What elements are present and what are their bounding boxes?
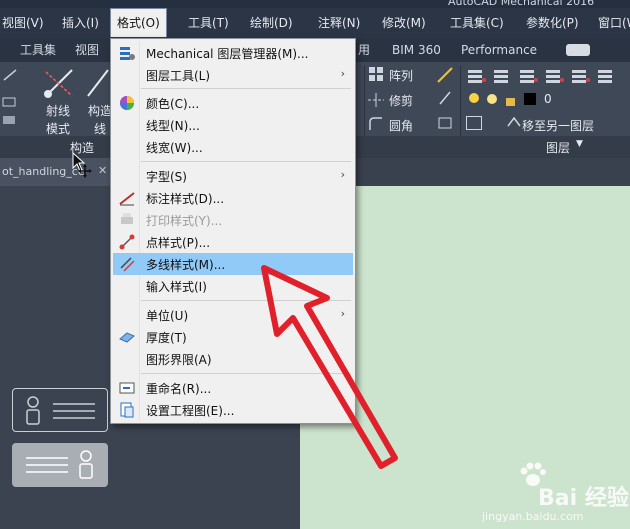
- menu-item-point-style[interactable]: 点样式(P)...: [113, 231, 353, 253]
- menu-toolsets[interactable]: 工具集(C): [450, 8, 504, 38]
- profile-card[interactable]: [12, 388, 108, 432]
- menu-tools[interactable]: 工具(T): [188, 8, 229, 38]
- move-to-layer-label[interactable]: 移至另一图层: [522, 117, 594, 134]
- current-layer-value[interactable]: 0: [544, 92, 552, 106]
- menu-modify[interactable]: 修改(M): [382, 8, 426, 38]
- menu-window[interactable]: 窗口(W): [598, 8, 630, 38]
- user-card-icon: [26, 396, 95, 425]
- panel-toggle-icon[interactable]: [566, 44, 590, 56]
- annotation-arrow-icon: [261, 265, 398, 469]
- menu-item-label: 输入样式(I): [146, 280, 207, 294]
- menu-item-label: 设置工程图(E)...: [146, 404, 235, 418]
- menu-item-label: 颜色(C)...: [146, 97, 200, 111]
- array-label[interactable]: 阵列: [389, 67, 413, 84]
- tab-performance[interactable]: Performance: [461, 38, 537, 62]
- submenu-arrow-icon: ›: [340, 67, 345, 80]
- menu-item-label: 多线样式(M)...: [146, 258, 226, 272]
- menu-item-color[interactable]: 颜色(C)...: [113, 92, 353, 114]
- menu-item-label: 图层工具(L): [146, 69, 211, 83]
- menu-view[interactable]: 视图(V): [2, 8, 44, 38]
- tab-bim360[interactable]: BIM 360: [392, 38, 441, 62]
- thickness-icon: [119, 332, 135, 343]
- ray-label: 射线: [46, 104, 71, 118]
- document-tab[interactable]: ot_handling_ce ✕: [0, 158, 113, 186]
- menu-item-label: Mechanical 图层管理器(M)...: [146, 47, 309, 61]
- menu-insert[interactable]: 插入(I): [62, 8, 99, 38]
- tab-apps[interactable]: 用: [358, 38, 370, 62]
- menu-item-label: 标注样式(D)...: [146, 192, 225, 206]
- array-icon[interactable]: [368, 66, 384, 82]
- modify-tools-icon[interactable]: [436, 66, 454, 134]
- ribbon-separator: [364, 66, 365, 138]
- close-tab-icon[interactable]: ✕: [98, 164, 107, 177]
- tab-view[interactable]: 视图: [75, 38, 99, 62]
- menu-item-label: 图形界限(A): [146, 353, 212, 367]
- construction-line-icon[interactable]: [86, 68, 110, 98]
- fillet-icon[interactable]: [368, 116, 384, 132]
- draw-tools-icon[interactable]: [2, 68, 20, 126]
- trim-label[interactable]: 修剪: [389, 92, 413, 109]
- group-expand-icon[interactable]: ▼: [576, 139, 583, 149]
- layer-manager-icon: [120, 47, 135, 60]
- baidu-watermark: Bai 经验 jingyan.baidu.com: [478, 458, 629, 528]
- menu-separator: [141, 88, 351, 89]
- title-bar: AutoCAD Mechanical 2016: [0, 0, 630, 8]
- profile-card-alt[interactable]: [12, 443, 108, 487]
- mode-label: 模式: [46, 122, 71, 136]
- point-style-icon: [119, 234, 135, 250]
- tab-toolsets[interactable]: 工具集: [20, 38, 56, 62]
- move-cursor-icon: [78, 164, 92, 178]
- fillet-label[interactable]: 圆角: [389, 117, 413, 134]
- dimension-style-icon: [119, 192, 135, 206]
- menu-item-label: 重命名(R)...: [146, 382, 212, 396]
- plot-style-icon: [121, 213, 133, 224]
- menu-item-label: 点样式(P)...: [146, 236, 211, 250]
- menu-item-linetype[interactable]: 线型(N)...: [113, 114, 353, 136]
- menu-item-plot-style: 打印样式(Y)...: [113, 209, 353, 231]
- menu-format[interactable]: 格式(O): [110, 8, 167, 37]
- color-wheel-icon: [120, 96, 134, 110]
- user-card-icon: [26, 450, 93, 479]
- layer-tools-icon[interactable]: [466, 66, 626, 84]
- menu-item-label: 打印样式(Y)...: [146, 214, 223, 228]
- watermark-url: jingyan.baidu.com: [482, 510, 584, 523]
- menu-item-layer-tools[interactable]: 图层工具(L) ›: [113, 64, 353, 86]
- menu-annotate[interactable]: 注释(N): [318, 8, 360, 38]
- menu-item-label: 线宽(W)...: [146, 141, 203, 155]
- menu-item-text-style[interactable]: 字型(S) ›: [113, 165, 353, 187]
- menu-item-layer-manager[interactable]: Mechanical 图层管理器(M)...: [113, 42, 353, 64]
- line-label: 线: [94, 122, 107, 136]
- menu-item-dimension-style[interactable]: 标注样式(D)...: [113, 187, 353, 209]
- menu-parametric[interactable]: 参数化(P): [526, 8, 579, 38]
- layer-state-icons[interactable]: [466, 90, 540, 108]
- ribbon-separator: [460, 66, 461, 138]
- construction-label: 构造: [88, 104, 113, 118]
- menu-separator: [141, 161, 351, 162]
- menu-item-label: 字型(S): [146, 170, 187, 184]
- ray-icon[interactable]: [42, 66, 76, 100]
- drawing-setup-icon: [120, 402, 134, 418]
- app-title: AutoCAD Mechanical 2016: [448, 0, 595, 8]
- trim-icon[interactable]: [366, 92, 386, 108]
- watermark-brand: Bai 经验: [538, 486, 629, 511]
- rename-icon: [119, 382, 135, 394]
- submenu-arrow-icon: ›: [340, 168, 345, 181]
- menu-item-label: 线型(N)...: [146, 119, 200, 133]
- layer-match-icon[interactable]: [466, 116, 482, 130]
- move-layer-icon[interactable]: [506, 114, 522, 130]
- menu-item-lineweight[interactable]: 线宽(W)...: [113, 136, 353, 158]
- menu-bar: 视图(V) 插入(I) 格式(O) 工具(T) 绘制(D) 注释(N) 修改(M…: [0, 8, 630, 39]
- multiline-style-icon: [120, 257, 135, 272]
- menu-item-label: 单位(U): [146, 309, 189, 323]
- layer-group-label[interactable]: 图层: [546, 139, 570, 156]
- menu-draw[interactable]: 绘制(D): [250, 8, 293, 38]
- menu-item-label: 厚度(T): [146, 331, 187, 345]
